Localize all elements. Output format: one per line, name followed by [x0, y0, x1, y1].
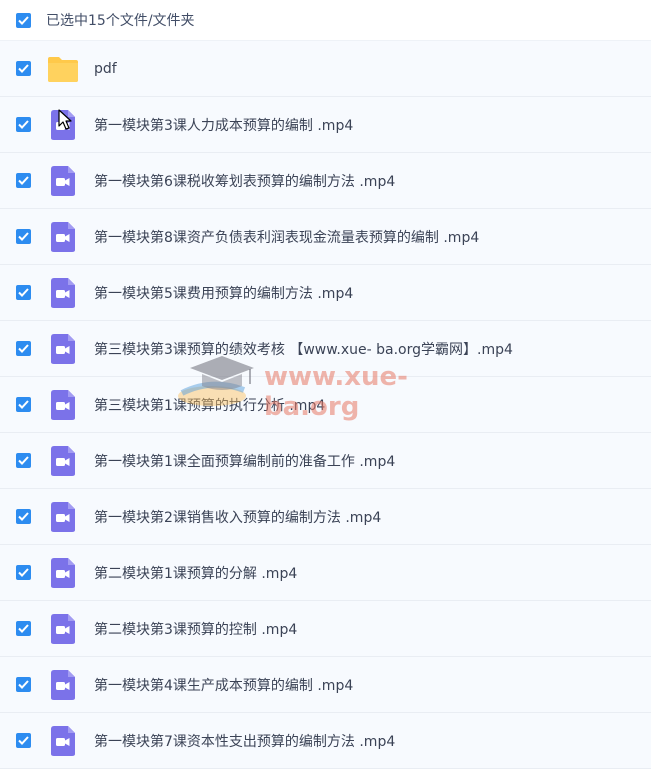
- file-row[interactable]: 第二模块第3课预算的控制 .mp4: [0, 601, 651, 657]
- check-icon: [18, 624, 29, 633]
- file-checkbox[interactable]: [16, 565, 31, 580]
- check-icon: [18, 344, 29, 353]
- file-row[interactable]: 第三模块第3课预算的绩效考核 【www.xue- ba.org学霸网】.mp4: [0, 321, 651, 377]
- file-checkbox[interactable]: [16, 285, 31, 300]
- file-row[interactable]: 第一模块第3课人力成本预算的编制 .mp4: [0, 97, 651, 153]
- video-file-icon: [51, 669, 75, 700]
- check-icon: [18, 456, 29, 465]
- mouse-cursor-icon: [58, 108, 72, 131]
- video-icon-wrap: [47, 277, 79, 309]
- file-checkbox[interactable]: [16, 173, 31, 188]
- file-name[interactable]: 第一模块第7课资本性支出预算的编制方法 .mp4: [94, 731, 395, 751]
- file-row[interactable]: 第三模块第1课预算的执行分析 .mp4: [0, 377, 651, 433]
- file-name[interactable]: 第一模块第5课费用预算的编制方法 .mp4: [94, 283, 353, 303]
- file-row[interactable]: 第一模块第5课费用预算的编制方法 .mp4: [0, 265, 651, 321]
- file-checkbox[interactable]: [16, 453, 31, 468]
- video-file-icon: [51, 725, 75, 756]
- video-icon-wrap: [47, 557, 79, 589]
- file-name[interactable]: 第二模块第1课预算的分解 .mp4: [94, 563, 297, 583]
- file-checkbox[interactable]: [16, 509, 31, 524]
- folder-row[interactable]: pdf: [0, 40, 651, 97]
- file-name[interactable]: 第二模块第3课预算的控制 .mp4: [94, 619, 297, 639]
- video-icon-wrap: [47, 389, 79, 421]
- selection-count-label: 已选中15个文件/文件夹: [46, 13, 195, 29]
- selection-header: 已选中15个文件/文件夹: [0, 0, 651, 40]
- file-name[interactable]: 第一模块第1课全面预算编制前的准备工作 .mp4: [94, 451, 395, 471]
- file-row[interactable]: 第一模块第7课资本性支出预算的编制方法 .mp4: [0, 713, 651, 769]
- check-icon: [18, 568, 29, 577]
- video-file-icon: [51, 389, 75, 420]
- check-icon: [18, 680, 29, 689]
- video-icon-wrap: [47, 669, 79, 701]
- file-name[interactable]: 第三模块第1课预算的执行分析 .mp4: [94, 395, 325, 415]
- video-icon-wrap: [47, 108, 79, 141]
- file-name[interactable]: 第一模块第2课销售收入预算的编制方法 .mp4: [94, 507, 381, 527]
- file-row[interactable]: 第一模块第8课资产负债表利润表现金流量表预算的编制 .mp4: [0, 209, 651, 265]
- file-name[interactable]: 第一模块第4课生产成本预算的编制 .mp4: [94, 675, 353, 695]
- check-icon: [18, 288, 29, 297]
- file-checkbox[interactable]: [16, 341, 31, 356]
- file-name[interactable]: 第一模块第8课资产负债表利润表现金流量表预算的编制 .mp4: [94, 227, 479, 247]
- video-icon-wrap: [47, 725, 79, 757]
- video-icon-wrap: [47, 221, 79, 253]
- file-name[interactable]: 第三模块第3课预算的绩效考核 【www.xue- ba.org学霸网】.mp4: [94, 339, 513, 359]
- video-icon-wrap: [47, 445, 79, 477]
- video-icon-wrap: [47, 333, 79, 365]
- file-row[interactable]: 第二模块第1课预算的分解 .mp4: [0, 545, 651, 601]
- file-row[interactable]: 第一模块第2课销售收入预算的编制方法 .mp4: [0, 489, 651, 545]
- file-name[interactable]: 第一模块第6课税收筹划表预算的编制方法 .mp4: [94, 171, 395, 191]
- check-icon: [18, 232, 29, 241]
- video-icon-wrap: [47, 165, 79, 197]
- file-checkbox[interactable]: [16, 621, 31, 636]
- check-icon: [18, 512, 29, 521]
- file-checkbox[interactable]: [16, 117, 31, 132]
- check-icon: [18, 736, 29, 745]
- check-icon: [18, 400, 29, 409]
- file-name[interactable]: pdf: [94, 61, 117, 77]
- video-file-icon: [51, 333, 75, 364]
- file-row[interactable]: 第一模块第6课税收筹划表预算的编制方法 .mp4: [0, 153, 651, 209]
- select-all-checkbox[interactable]: [16, 12, 31, 28]
- check-icon: [18, 120, 29, 129]
- file-list: pdf 第一模块第3课人力成本预算的编制 .mp4 第一模块第6课税收筹划表预算的编…: [0, 40, 651, 769]
- file-row[interactable]: 第一模块第4课生产成本预算的编制 .mp4: [0, 657, 651, 713]
- video-file-icon: [51, 501, 75, 532]
- file-checkbox[interactable]: [16, 61, 31, 76]
- check-icon: [18, 176, 29, 185]
- folder-icon-wrap: [47, 53, 79, 85]
- file-checkbox[interactable]: [16, 397, 31, 412]
- video-file-icon: [51, 221, 75, 252]
- file-checkbox[interactable]: [16, 229, 31, 244]
- check-icon: [18, 64, 29, 73]
- file-checkbox[interactable]: [16, 677, 31, 692]
- file-name[interactable]: 第一模块第3课人力成本预算的编制 .mp4: [94, 115, 353, 135]
- video-icon-wrap: [47, 613, 79, 645]
- video-file-icon: [51, 277, 75, 308]
- file-row[interactable]: 第一模块第1课全面预算编制前的准备工作 .mp4: [0, 433, 651, 489]
- video-file-icon: [51, 613, 75, 644]
- check-icon: [18, 15, 29, 25]
- video-icon-wrap: [47, 501, 79, 533]
- file-checkbox[interactable]: [16, 733, 31, 748]
- video-file-icon: [51, 445, 75, 476]
- video-file-icon: [51, 557, 75, 588]
- video-file-icon: [51, 165, 75, 196]
- folder-icon: [48, 56, 78, 82]
